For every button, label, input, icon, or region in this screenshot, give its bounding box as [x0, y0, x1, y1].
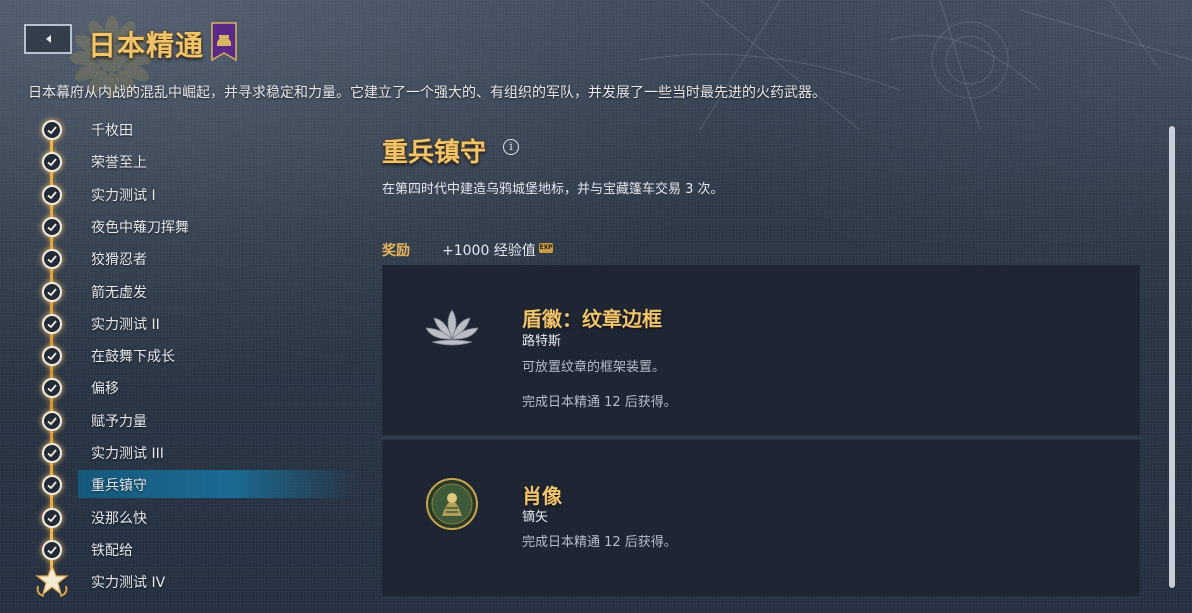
quest-item[interactable]: 实力测试 I — [0, 180, 360, 208]
quest-label: 没那么快 — [91, 510, 147, 527]
checkmark-icon — [42, 410, 62, 431]
quest-item[interactable]: 箭无虚发 — [0, 277, 360, 305]
quest-label: 偏移 — [91, 381, 119, 398]
quest-label: 实力测试 II — [91, 316, 160, 333]
reward-title-emblem: 盾徽：纹章边框 — [522, 307, 662, 331]
quest-label: 铁配给 — [91, 542, 133, 559]
reward-title-portrait: 肖像 — [522, 484, 562, 508]
back-arrow-icon — [45, 35, 51, 43]
quest-item[interactable]: 在鼓舞下成长 — [0, 341, 360, 369]
quest-label: 实力测试 I — [91, 187, 156, 204]
quest-item[interactable]: 没那么快 — [0, 503, 360, 531]
quest-item[interactable]: 千枚田 — [0, 115, 360, 143]
map-decoration — [640, 0, 1192, 130]
page-title: 日本精通 — [88, 29, 205, 62]
checkmark-icon — [42, 249, 62, 270]
checkmark-icon — [42, 507, 62, 528]
reward-unlock-portrait: 完成日本精通 12 后获得。 — [522, 535, 677, 550]
checkmark-icon — [42, 346, 62, 367]
reward-unlock-emblem: 完成日本精通 12 后获得。 — [522, 395, 677, 410]
card-divider — [382, 437, 1140, 438]
quest-item[interactable]: 实力测试 III — [0, 438, 360, 466]
quest-item[interactable]: 荣誉至上 — [0, 147, 360, 175]
scrollbar-thumb[interactable] — [1169, 126, 1175, 588]
checkmark-icon — [42, 216, 62, 237]
reward-subtitle-portrait: 镝矢 — [522, 510, 549, 525]
checkmark-icon — [42, 281, 62, 302]
checkmark-icon — [42, 443, 62, 463]
civilization-description: 日本幕府从内战的混乱中崛起，并寻求稳定和力量。它建立了一个强大的、有组织的军队，… — [28, 85, 826, 101]
checkmark-icon — [42, 152, 62, 173]
quest-label: 实力测试 III — [91, 446, 164, 462]
quest-label: 重兵镇守 — [91, 478, 147, 495]
quest-list: 千枚田荣誉至上实力测试 I 夜色中薙刀挥舞 狡猾忍者箭无虚发实力测试 II 在鼓舞下成… — [0, 112, 360, 602]
reward-subtitle-emblem: 路特斯 — [522, 334, 562, 349]
quest-label: 在鼓舞下成长 — [91, 349, 175, 366]
quest-label: 夜色中薙刀挥舞 — [91, 219, 189, 236]
milestone-star-icon — [35, 564, 69, 598]
quest-item[interactable]: 狡猾忍者 — [0, 244, 360, 272]
checkmark-icon — [42, 539, 62, 560]
quest-item[interactable]: 铁配给 — [0, 535, 360, 563]
checkmark-icon — [42, 313, 62, 334]
checkmark-icon — [42, 120, 62, 140]
info-icon[interactable]: i — [503, 139, 519, 155]
scrollbar[interactable] — [1169, 126, 1175, 588]
quest-label: 赋予力量 — [91, 413, 147, 430]
checkmark-icon — [42, 378, 62, 399]
reward-card-emblem[interactable] — [382, 265, 1140, 435]
quest-item[interactable]: 偏移 — [0, 373, 360, 401]
quest-label: 千枚田 — [91, 123, 133, 139]
checkmark-icon — [42, 184, 62, 205]
back-button[interactable] — [24, 24, 72, 54]
civilization-badge-icon — [211, 22, 237, 62]
quest-title: 重兵镇守 — [382, 138, 487, 168]
reward-description-emblem: 可放置纹章的框架装置。 — [522, 360, 666, 375]
portrait-icon — [426, 478, 478, 530]
quest-item[interactable]: 重兵镇守 — [0, 470, 360, 499]
quest-label: 狡猾忍者 — [91, 252, 147, 269]
quest-item[interactable]: 实力测试 II — [0, 309, 360, 337]
checkmark-icon — [42, 475, 62, 496]
quest-item[interactable]: 实力测试 IV — [0, 564, 360, 598]
quest-label: 实力测试 IV — [91, 575, 166, 592]
quest-item[interactable]: 夜色中薙刀挥舞 — [0, 212, 360, 240]
quest-label: 箭无虚发 — [91, 284, 147, 301]
xp-icon: EXP — [539, 243, 553, 253]
reward-label: 奖励 — [382, 243, 410, 259]
reward-card-portrait[interactable] — [382, 440, 1140, 596]
quest-description: 在第四时代中建造乌鸦城堡地标，并与宝藏篷车交易 3 次。 — [382, 182, 724, 197]
quest-item[interactable]: 赋予力量 — [0, 406, 360, 434]
quest-label: 荣誉至上 — [91, 155, 147, 172]
lotus-icon — [425, 309, 479, 346]
reward-xp: +1000 经验值 — [442, 243, 536, 259]
